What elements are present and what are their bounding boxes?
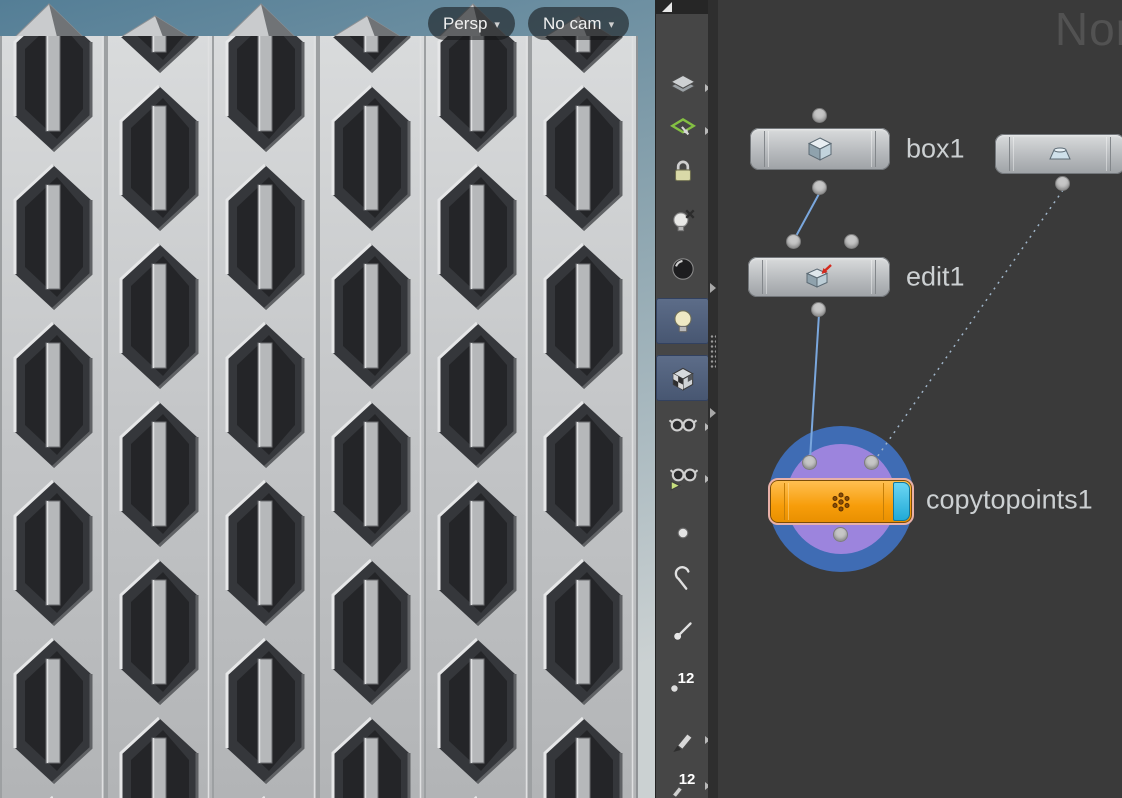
tool-lights-off[interactable] [662,200,703,242]
lattice-geometry[interactable] [0,3,638,798]
chevron-down-icon: ▾ [494,19,500,31]
node-box1-body[interactable] [750,128,890,170]
lights-normal-icon [673,310,692,333]
node-copytopoints1[interactable]: copytopoints1 [768,478,1093,525]
display-hooks-icon [674,566,690,590]
camera-select-label: No cam [543,13,602,33]
network-editor[interactable]: Nor box1 [718,0,1122,798]
perspective-view-menu[interactable]: Persp ▾ [428,7,515,40]
node-output-connector[interactable] [813,181,826,194]
tool-display-normals[interactable] [662,610,703,652]
perspective-view-label: Persp [443,13,488,33]
ghost-glasses-icon [669,468,698,491]
pane-grip-handle[interactable] [710,334,716,370]
tool-ghost-glasses[interactable] [662,455,710,497]
tool-lock[interactable] [662,150,703,192]
node-label: copytopoints1 [926,484,1093,514]
high-quality-shading-icon [671,367,694,391]
display-points-icon [677,527,688,539]
point-numbers-label: 12 [677,670,694,687]
tool-reference-planes[interactable] [662,64,710,106]
edit-icon [805,264,832,288]
pane-divider[interactable] [708,0,718,798]
tool-construction-plane[interactable] [662,107,710,149]
reference-planes-icon [669,74,696,94]
smooth-glasses-icon [668,418,697,432]
node-input-connector[interactable] [813,109,826,122]
display-markers-icon [672,733,693,752]
point-numbers-icon: 12 [670,670,694,692]
lights-off-icon [672,209,695,232]
viewport-render [0,0,655,798]
scene-viewport[interactable]: Persp ▾ No cam ▾ [0,0,655,798]
node-input-connector[interactable] [787,235,800,248]
node-output-connector[interactable] [834,528,847,541]
camera-select-menu[interactable]: No cam ▾ [528,7,630,40]
node-output-connector[interactable] [1056,177,1069,190]
tool-headlight[interactable] [662,248,703,290]
tube-icon [1049,147,1071,160]
pane-expand-arrow-icon[interactable] [710,408,716,418]
lock-icon [674,160,691,182]
display-normals-icon [673,622,692,640]
construction-plane-icon [669,118,696,136]
wire-tube-to-copytopoints1[interactable] [874,189,1064,461]
display-options-toolbar: 12 12 [655,0,710,798]
node-output-connector[interactable] [812,303,825,316]
node-label: edit1 [906,261,965,292]
primitive-numbers-label: 12 [678,771,695,788]
node-copytopoints1-body[interactable] [768,478,914,525]
tool-high-quality-shading[interactable] [656,355,709,401]
node-output-flag[interactable] [893,482,910,521]
chevron-down-icon: ▾ [608,19,615,31]
box-icon [807,137,833,161]
tool-smooth-glasses[interactable] [662,403,710,445]
node-edit1[interactable]: edit1 [748,257,965,297]
toolbar-header[interactable] [656,0,709,14]
copy-to-points-icon [832,492,850,511]
headlight-icon [671,258,694,280]
tool-lights-normal[interactable] [656,298,709,344]
node-input-connector[interactable] [845,235,858,248]
tool-display-hooks[interactable] [662,558,703,600]
node-wires [794,189,1064,461]
node-box1[interactable]: box1 [750,128,965,170]
wire-edit1-to-copytopoints1[interactable] [809,313,820,460]
node-tube-partial[interactable] [995,134,1122,174]
expand-arrow-icon [662,2,672,12]
tool-display-points[interactable] [662,512,703,554]
wire-box1-to-edit1[interactable] [794,191,821,239]
houdini-window: Persp ▾ No cam ▾ 12 12 No box1 edit1 cop… [0,0,1122,798]
node-edit1-body[interactable] [748,257,890,297]
node-tube-body[interactable] [995,134,1122,174]
node-input-connector[interactable] [803,456,816,469]
node-input-connector[interactable] [865,456,878,469]
tool-display-markers[interactable] [662,716,710,758]
node-label: box1 [906,133,965,164]
pane-expand-arrow-icon[interactable] [710,283,716,293]
tool-point-numbers[interactable]: 12 [662,660,703,702]
primitive-numbers-icon: 12 [671,771,695,798]
tool-primitive-numbers[interactable]: 12 [662,762,710,798]
